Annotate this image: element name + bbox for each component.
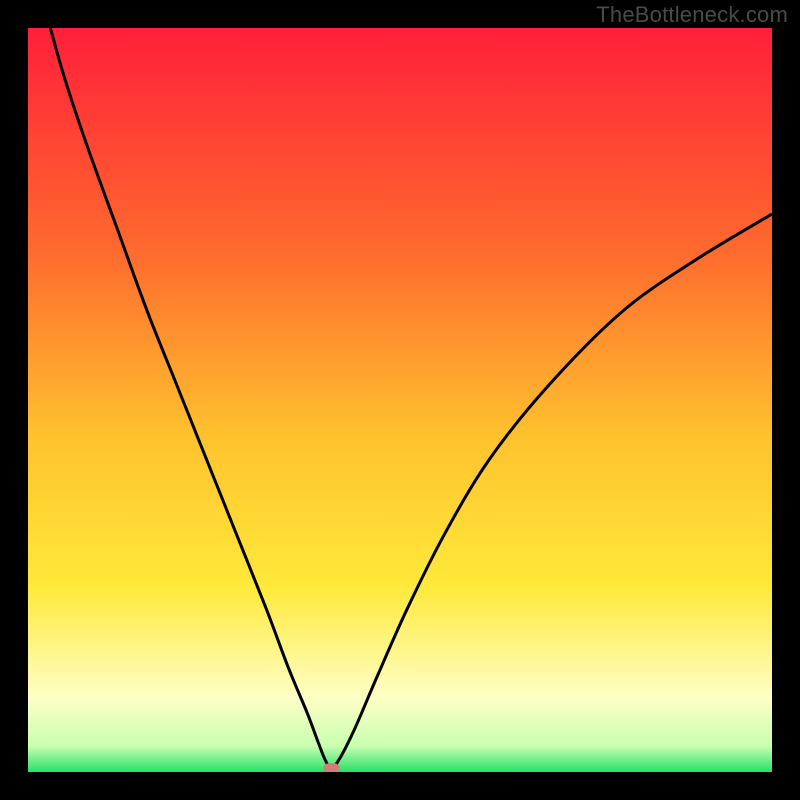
optimum-marker [324,763,340,772]
plot-area [28,28,772,772]
chart-svg [28,28,772,772]
watermark-text: TheBottleneck.com [596,2,788,28]
chart-frame: TheBottleneck.com [0,0,800,800]
gradient-background [28,28,772,772]
